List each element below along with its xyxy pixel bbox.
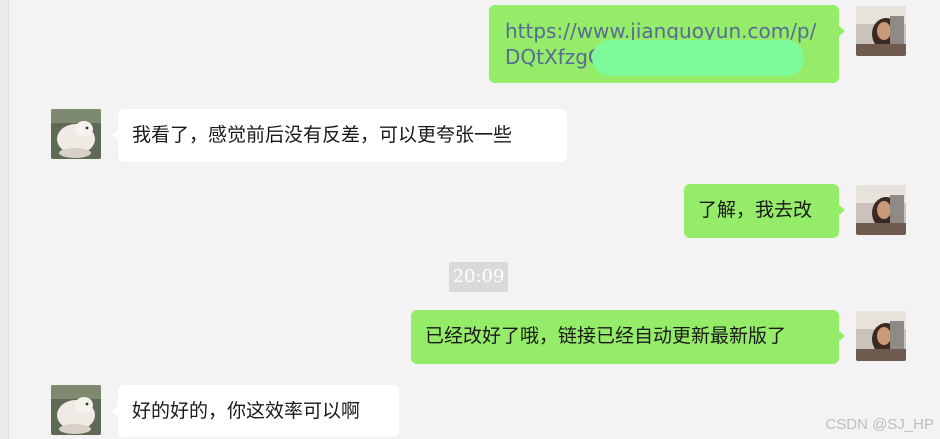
person-photo-avatar-icon xyxy=(856,311,906,361)
self-avatar[interactable] xyxy=(856,6,906,56)
redaction-overlay xyxy=(592,40,804,76)
timestamp-badge: 20:09 xyxy=(449,262,508,292)
lamb-photo-avatar-icon xyxy=(51,109,101,159)
message-text: 我看了，感觉前后没有反差，可以更夸张一些 xyxy=(132,124,513,146)
watermark-text: CSDN @SJ_HP xyxy=(825,416,934,433)
contact-avatar[interactable] xyxy=(51,385,101,435)
contact-avatar[interactable] xyxy=(51,109,101,159)
self-avatar[interactable] xyxy=(856,311,906,361)
message-bubble-outgoing[interactable]: 了解，我去改 xyxy=(684,184,845,238)
message-text: 好的好的，你这效率可以啊 xyxy=(132,400,361,422)
person-photo-avatar-icon xyxy=(856,6,906,56)
message-text: 已经改好了哦，链接已经自动更新最新版了 xyxy=(425,325,787,347)
message-bubble-incoming[interactable]: 好的好的，你这效率可以啊 xyxy=(112,385,399,437)
message-bubble-outgoing[interactable]: 已经改好了哦，链接已经自动更新最新版了 xyxy=(411,310,845,364)
person-photo-avatar-icon xyxy=(856,185,906,235)
chat-list-edge xyxy=(0,0,9,439)
lamb-photo-avatar-icon xyxy=(51,385,101,435)
self-avatar[interactable] xyxy=(856,185,906,235)
message-text: 了解，我去改 xyxy=(698,199,813,221)
message-bubble-incoming[interactable]: 我看了，感觉前后没有反差，可以更夸张一些 xyxy=(112,109,567,162)
